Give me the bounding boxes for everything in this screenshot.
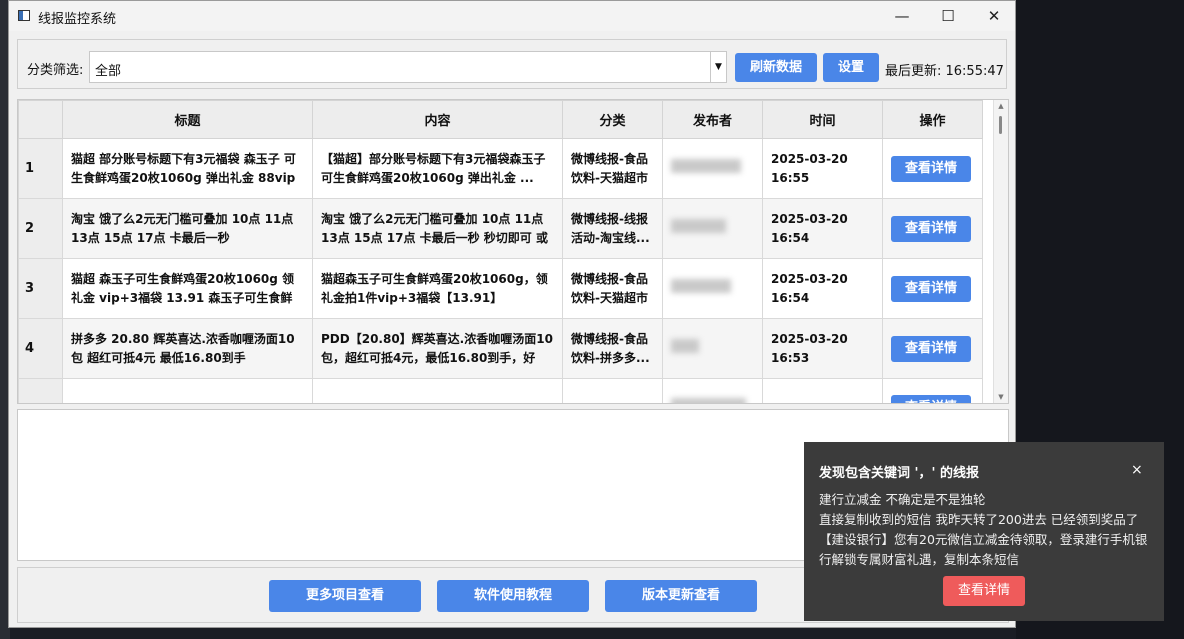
tutorial-button[interactable]: 软件使用教程 — [437, 580, 589, 612]
row-time — [762, 378, 883, 403]
scroll-down-arrow-icon[interactable]: ▼ — [994, 393, 1008, 401]
row-title-text: 猫超 部分账号标题下有3元福袋 森玉子 可生食鲜鸡蛋20枚1060g 弹出礼金 … — [71, 151, 296, 185]
refresh-button[interactable]: 刷新数据 — [735, 53, 817, 82]
filter-label: 分类筛选: — [27, 63, 84, 78]
row-content-text: 猫超森玉子可生食鲜鸡蛋20枚1060g，领礼金拍1件vip+3福袋【13.91】 — [321, 271, 548, 305]
row-category: 微博线报-线报活动-淘宝线... — [562, 198, 663, 259]
row-title: 猫超 部分账号标题下有3元福袋 森玉子 可生食鲜鸡蛋20枚1060g 弹出礼金 … — [62, 138, 313, 199]
row-publisher — [662, 378, 763, 403]
row-number: 4 — [18, 318, 63, 379]
publisher-redacted — [671, 278, 731, 293]
row-title: 猫超 森玉子可生食鲜鸡蛋20枚1060g 领礼金 vip+3福袋 13.91 森… — [62, 258, 313, 319]
row-title: 淘宝 饿了么2元无门槛可叠加 10点 11点 13点 15点 17点 卡最后一秒 — [62, 198, 313, 259]
view-detail-button[interactable]: 查看详情 — [891, 395, 971, 403]
publisher-redacted — [671, 338, 699, 353]
row-time: 2025-03-20 16:53 — [762, 318, 883, 379]
view-detail-button[interactable]: 查看详情 — [891, 215, 971, 242]
row-publisher — [662, 318, 763, 379]
view-detail-button[interactable]: 查看详情 — [891, 155, 971, 182]
row-content: PDD【20.80】辉英喜达.浓香咖喱汤面10包，超红可抵4元，最低16.80到… — [312, 318, 563, 379]
table-scrollbar[interactable]: ▲ ▼ — [993, 100, 1008, 403]
row-publisher — [662, 198, 763, 259]
row-category — [562, 378, 663, 403]
row-number — [18, 378, 63, 403]
keyword-notification: 发现包含关键词 '，' 的线报 × 建行立减金 不确定是不是独轮 直接复制收到的… — [804, 442, 1164, 621]
row-number: 1 — [18, 138, 63, 199]
posts-table: 标题 内容 分类 发布者 时间 操作 1 猫超 部分账号标题下有3元福袋 森玉子… — [17, 99, 1009, 404]
row-content: 淘宝 饿了么2元无门槛可叠加 10点 11点 13点 15点 17点 卡最后一秒… — [312, 198, 563, 259]
row-title-text: 猫超 森玉子可生食鲜鸡蛋20枚1060g 领礼金 vip+3福袋 13.91 森… — [71, 271, 295, 305]
row-time: 2025-03-20 16:55 — [762, 138, 883, 199]
row-category: 微博线报-食品饮料-天猫超市 — [562, 138, 663, 199]
row-number: 3 — [18, 258, 63, 319]
scrollbar-thumb[interactable] — [999, 116, 1002, 134]
window-title: 线报监控系统 — [38, 12, 117, 27]
publisher-redacted — [671, 398, 746, 403]
header-action: 操作 — [882, 100, 983, 139]
table-row[interactable]: 4 拼多多 20.80 辉英喜达.浓香咖喱汤面10包 超红可抵4元 最低16.8… — [18, 318, 983, 379]
settings-button[interactable]: 设置 — [823, 53, 879, 82]
row-category: 微博线报-食品饮料-天猫超市 — [562, 258, 663, 319]
app-icon — [18, 10, 30, 21]
row-category-text: 微博线报-食品饮料-天猫超市 — [571, 151, 648, 185]
row-category-text: 微博线报-食品饮料-天猫超市 — [571, 271, 648, 305]
publisher-redacted — [671, 218, 726, 233]
table-row[interactable]: 2 淘宝 饿了么2元无门槛可叠加 10点 11点 13点 15点 17点 卡最后… — [18, 198, 983, 259]
row-time: 2025-03-20 16:54 — [762, 258, 883, 319]
row-title-text: 拼多多 20.80 辉英喜达.浓香咖喱汤面10包 超红可抵4元 最低16.80到… — [71, 331, 295, 365]
row-title — [62, 378, 313, 403]
header-title[interactable]: 标题 — [62, 100, 313, 139]
last-update-text: 最后更新: 16:55:47 — [885, 64, 1004, 79]
close-button[interactable]: ✕ — [971, 1, 1017, 31]
header-category[interactable]: 分类 — [562, 100, 663, 139]
row-action: 查看详情 — [882, 198, 983, 259]
row-content-text: 【猫超】部分账号标题下有3元福袋森玉子可生食鲜鸡蛋20枚1060g 弹出礼金 .… — [321, 151, 546, 185]
more-projects-button[interactable]: 更多项目查看 — [269, 580, 421, 612]
row-number: 2 — [18, 198, 63, 259]
row-action: 查看详情 — [882, 318, 983, 379]
category-filter-select[interactable]: 全部 ▼ — [89, 51, 727, 83]
notification-body: 建行立减金 不确定是不是独轮 直接复制收到的短信 我昨天转了200进去 已经领到… — [819, 492, 1148, 567]
header-content[interactable]: 内容 — [312, 100, 563, 139]
dropdown-arrow-icon[interactable]: ▼ — [710, 52, 726, 82]
row-title: 拼多多 20.80 辉英喜达.浓香咖喱汤面10包 超红可抵4元 最低16.80到… — [62, 318, 313, 379]
title-bar[interactable]: 线报监控系统 — ☐ ✕ — [9, 1, 1015, 31]
notification-view-detail-button[interactable]: 查看详情 — [943, 576, 1025, 606]
row-content-text: PDD【20.80】辉英喜达.浓香咖喱汤面10包，超红可抵4元，最低16.80到… — [321, 331, 553, 365]
toolbar: 分类筛选: 全部 ▼ 刷新数据 设置 最后更新: 16:55:47 — [9, 31, 1015, 95]
row-content: 猫超森玉子可生食鲜鸡蛋20枚1060g，领礼金拍1件vip+3福袋【13.91】 — [312, 258, 563, 319]
row-category-text: 微博线报-食品饮料-拼多多... — [571, 331, 650, 365]
table-row[interactable]: 3 猫超 森玉子可生食鲜鸡蛋20枚1060g 领礼金 vip+3福袋 13.91… — [18, 258, 983, 319]
row-content-text: 淘宝 饿了么2元无门槛可叠加 10点 11点 13点 15点 17点 卡最后一秒… — [321, 211, 548, 245]
publisher-redacted — [671, 158, 741, 173]
row-action: 查看详情 — [882, 378, 983, 403]
scroll-up-arrow-icon[interactable]: ▲ — [994, 102, 1008, 110]
row-action: 查看详情 — [882, 138, 983, 199]
view-detail-button[interactable]: 查看详情 — [891, 275, 971, 302]
table-header-row: 标题 内容 分类 发布者 时间 操作 — [18, 100, 983, 139]
row-title-text: 淘宝 饿了么2元无门槛可叠加 10点 11点 13点 15点 17点 卡最后一秒 — [71, 211, 294, 245]
header-time[interactable]: 时间 — [762, 100, 883, 139]
minimize-button[interactable]: — — [879, 1, 925, 31]
row-content — [312, 378, 563, 403]
notification-close-icon[interactable]: × — [1131, 462, 1143, 478]
maximize-button[interactable]: ☐ — [925, 1, 971, 31]
row-publisher — [662, 258, 763, 319]
category-filter-value: 全部 — [95, 64, 122, 79]
row-category: 微博线报-食品饮料-拼多多... — [562, 318, 663, 379]
row-time: 2025-03-20 16:54 — [762, 198, 883, 259]
table-row[interactable]: 查看详情 — [18, 378, 983, 403]
row-content: 【猫超】部分账号标题下有3元福袋森玉子可生食鲜鸡蛋20枚1060g 弹出礼金 .… — [312, 138, 563, 199]
table-row[interactable]: 1 猫超 部分账号标题下有3元福袋 森玉子 可生食鲜鸡蛋20枚1060g 弹出礼… — [18, 138, 983, 199]
header-publisher[interactable]: 发布者 — [662, 100, 763, 139]
version-update-button[interactable]: 版本更新查看 — [605, 580, 757, 612]
row-publisher — [662, 138, 763, 199]
notification-title: 发现包含关键词 '，' 的线报 — [819, 466, 980, 481]
row-action: 查看详情 — [882, 258, 983, 319]
view-detail-button[interactable]: 查看详情 — [891, 335, 971, 362]
header-corner — [18, 100, 63, 139]
row-category-text: 微博线报-线报活动-淘宝线... — [571, 211, 650, 245]
